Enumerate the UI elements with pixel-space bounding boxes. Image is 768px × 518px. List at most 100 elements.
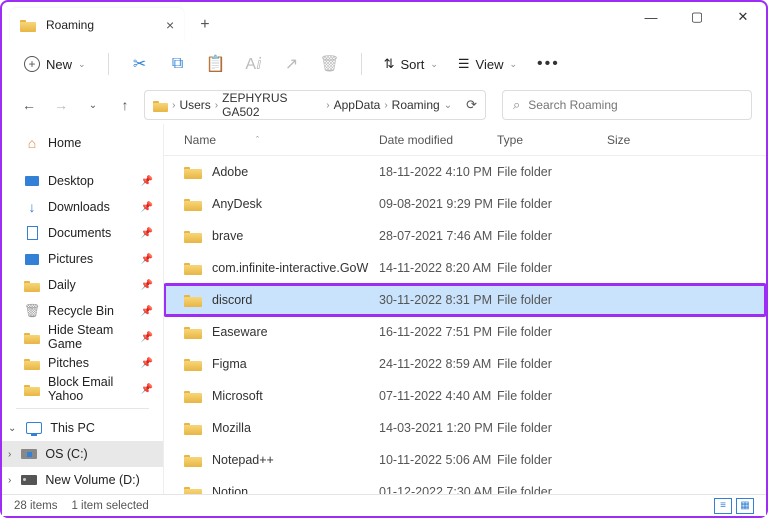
table-row[interactable]: com.infinite-interactive.GoW14-11-2022 8… <box>164 252 766 284</box>
close-tab-icon[interactable]: × <box>166 17 174 33</box>
folder-icon <box>184 453 202 467</box>
sidebar-item-label: Pitches <box>48 356 89 370</box>
address-dropdown-icon[interactable]: ⌄ <box>444 100 452 111</box>
rename-icon[interactable]: Aⅈ <box>237 49 271 79</box>
refresh-icon[interactable]: ⟳ <box>466 97 477 113</box>
cut-icon[interactable]: ✂ <box>123 49 157 79</box>
close-button[interactable]: ✕ <box>720 2 766 32</box>
thumbnails-view-icon[interactable]: ▦ <box>736 498 754 514</box>
share-icon[interactable]: ↗ <box>275 49 309 79</box>
folder-icon <box>24 383 40 396</box>
sidebar-item-pitches[interactable]: Pitches 📌 <box>2 350 163 376</box>
drive-icon <box>21 449 37 459</box>
sidebar-item-label: Recycle Bin <box>48 304 114 318</box>
sidebar-item-desktop[interactable]: Desktop📌 <box>2 168 163 194</box>
breadcrumb[interactable]: Roaming <box>392 98 440 112</box>
tab-roaming[interactable]: Roaming × <box>10 8 184 42</box>
dl-icon: ↓ <box>24 199 40 215</box>
file-type: File folder <box>497 197 607 211</box>
delete-icon[interactable]: 🗑 <box>313 49 347 79</box>
table-row[interactable]: brave28-07-2021 7:46 AMFile folder <box>164 220 766 252</box>
sort-button[interactable]: ⇅ Sort ⌄ <box>376 56 446 72</box>
pin-icon: 📌 <box>141 254 153 265</box>
file-date: 30-11-2022 8:31 PM <box>379 293 497 307</box>
file-type: File folder <box>497 293 607 307</box>
folder-icon <box>184 229 202 243</box>
new-label: New <box>46 57 72 72</box>
file-name: Easeware <box>212 325 379 339</box>
search-box[interactable]: ⌕ <box>502 90 752 120</box>
back-button[interactable]: ← <box>16 91 42 119</box>
minimize-button[interactable]: — <box>628 2 674 32</box>
sidebar-item-label: Hide Steam Game <box>48 323 133 351</box>
sidebar-item-hide-steam-game[interactable]: Hide Steam Game 📌 <box>2 324 163 350</box>
paste-icon[interactable]: 📋 <box>199 49 233 79</box>
folder-icon <box>184 389 202 403</box>
address-bar[interactable]: › Users › ZEPHYRUS GA502 › AppData › Roa… <box>144 90 486 120</box>
sidebar-item-daily[interactable]: Daily📌 <box>2 272 163 298</box>
pin-icon: 📌 <box>141 306 153 317</box>
pin-icon: 📌 <box>141 332 153 343</box>
folder-icon <box>184 293 202 307</box>
file-name: Microsoft <box>212 389 379 403</box>
file-type: File folder <box>497 325 607 339</box>
more-button[interactable]: ••• <box>529 55 568 73</box>
sidebar-item-documents[interactable]: Documents📌 <box>2 220 163 246</box>
recent-chevron-icon[interactable]: ⌄ <box>80 91 106 119</box>
file-type: File folder <box>497 389 607 403</box>
breadcrumb[interactable]: Users <box>179 98 210 112</box>
new-tab-button[interactable]: + <box>200 16 209 34</box>
file-date: 09-08-2021 9:29 PM <box>379 197 497 211</box>
column-name[interactable]: Nameˆ <box>184 133 379 147</box>
copy-icon[interactable]: ⧉ <box>161 49 195 79</box>
details-view-icon[interactable]: ≡ <box>714 498 732 514</box>
sidebar-item-home[interactable]: ⌂ Home <box>2 130 163 156</box>
sidebar-item-label: Daily <box>48 278 76 292</box>
table-row[interactable]: discord30-11-2022 8:31 PMFile folder <box>164 284 766 316</box>
sidebar-item-downloads[interactable]: ↓Downloads📌 <box>2 194 163 220</box>
file-date: 14-03-2021 1:20 PM <box>379 421 497 435</box>
column-type[interactable]: Type <box>497 133 607 147</box>
file-date: 14-11-2022 8:20 AM <box>379 261 497 275</box>
sidebar-item-drive[interactable]: ›New Volume (D:) <box>2 467 163 493</box>
table-row[interactable]: Adobe18-11-2022 4:10 PMFile folder <box>164 156 766 188</box>
tab-title: Roaming <box>46 18 156 32</box>
file-name: Figma <box>212 357 379 371</box>
breadcrumb[interactable]: ZEPHYRUS GA502 <box>222 91 322 119</box>
breadcrumb[interactable]: AppData <box>334 98 381 112</box>
file-type: File folder <box>497 261 607 275</box>
table-row[interactable]: Microsoft07-11-2022 4:40 AMFile folder <box>164 380 766 412</box>
sidebar-item-block-email-yahoo[interactable]: Block Email Yahoo📌 <box>2 376 163 402</box>
sort-asc-icon: ˆ <box>256 135 259 145</box>
view-button[interactable]: ☰ View ⌄ <box>450 56 525 72</box>
table-row[interactable]: Figma24-11-2022 8:59 AMFile folder <box>164 348 766 380</box>
maximize-button[interactable]: ▢ <box>674 2 720 32</box>
folder-icon <box>24 331 40 344</box>
up-button[interactable]: ↑ <box>112 91 138 119</box>
search-input[interactable] <box>528 98 741 112</box>
sidebar-item-drive[interactable]: ›OS (C:) <box>2 441 163 467</box>
selection-count: 1 item selected <box>71 500 148 512</box>
file-name: com.infinite-interactive.GoW <box>212 261 379 275</box>
table-row[interactable]: Notepad++10-11-2022 5:06 AMFile folder <box>164 444 766 476</box>
column-headers: Nameˆ Date modified Type Size <box>164 124 766 156</box>
column-size[interactable]: Size <box>607 133 667 147</box>
new-button[interactable]: + New ⌄ <box>16 52 94 76</box>
file-name: discord <box>212 293 379 307</box>
column-date[interactable]: Date modified <box>379 133 497 147</box>
sidebar-item-recycle-bin[interactable]: 🗑Recycle Bin📌 <box>2 298 163 324</box>
file-date: 28-07-2021 7:46 AM <box>379 229 497 243</box>
sidebar-item-label: Block Email Yahoo <box>48 375 133 403</box>
forward-button[interactable]: → <box>48 91 74 119</box>
table-row[interactable]: AnyDesk09-08-2021 9:29 PMFile folder <box>164 188 766 220</box>
table-row[interactable]: Easeware16-11-2022 7:51 PMFile folder <box>164 316 766 348</box>
sidebar-item-pictures[interactable]: Pictures📌 <box>2 246 163 272</box>
pic-icon <box>24 254 40 265</box>
sidebar-item-this-pc[interactable]: ⌄ This PC <box>2 415 163 441</box>
file-name: Adobe <box>212 165 379 179</box>
pin-icon: 📌 <box>141 176 153 187</box>
table-row[interactable]: Mozilla14-03-2021 1:20 PMFile folder <box>164 412 766 444</box>
pin-icon: 📌 <box>141 358 153 369</box>
search-icon: ⌕ <box>513 97 520 113</box>
desk-icon <box>24 176 40 186</box>
